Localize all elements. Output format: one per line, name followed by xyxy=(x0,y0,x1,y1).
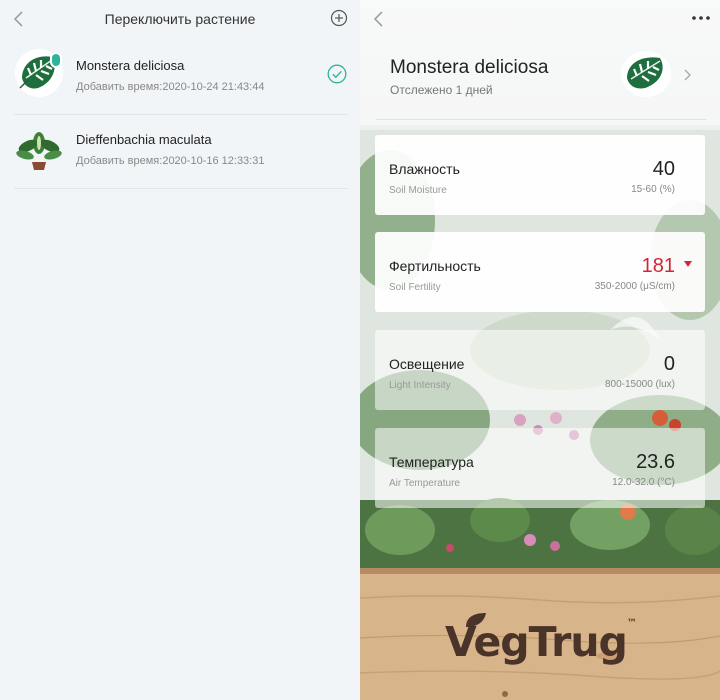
divider xyxy=(14,188,348,189)
metric-subtitle: Soil Moisture xyxy=(389,185,447,196)
plant-name: Monstera deliciosa xyxy=(76,58,185,73)
metric-range: 12.0-32.0 (°C) xyxy=(612,477,675,488)
selected-check-icon xyxy=(327,64,347,84)
metric-value: 40 xyxy=(652,158,675,180)
metric-subtitle: Soil Fertility xyxy=(389,282,441,293)
page-title: Переключить растение xyxy=(104,11,256,27)
dieffenbachia-thumbnail xyxy=(16,132,62,170)
metric-value: 181 xyxy=(641,255,675,277)
monstera-thumbnail[interactable] xyxy=(620,50,672,98)
metric-subtitle: Air Temperature xyxy=(389,478,460,489)
metric-value: 23.6 xyxy=(636,451,675,473)
metric-subtitle: Light Intensity xyxy=(389,380,451,391)
metric-title: Фертильность xyxy=(389,258,481,274)
metric-range: 15-60 (%) xyxy=(631,184,675,195)
plant-list-item-dieffenbachia[interactable]: Dieffenbachia maculata Добавить время:20… xyxy=(0,112,360,184)
chevron-right-icon[interactable] xyxy=(682,68,692,82)
plant-detail-screen: VegTrug™ Monstera deliciosa Отслежено 1 … xyxy=(360,0,720,700)
active-sensor-badge xyxy=(50,52,62,68)
left-header: Переключить растение xyxy=(0,0,360,38)
more-dots-icon[interactable] xyxy=(690,10,712,26)
plant-name: Dieffenbachia maculata xyxy=(76,132,212,147)
metric-card-moisture[interactable]: Влажность Soil Moisture 40 15-60 (%) xyxy=(375,135,705,215)
metric-title: Влажность xyxy=(389,161,460,177)
metric-range: 800-15000 (lux) xyxy=(604,379,675,390)
metric-title: Температура xyxy=(389,454,474,470)
plant-added-time: Добавить время:2020-10-16 12:33:31 xyxy=(76,155,265,167)
header-divider xyxy=(376,119,706,120)
metric-card-fertility[interactable]: Фертильность Soil Fertility 181 350-2000… xyxy=(375,232,705,312)
tracked-days: Отслежено 1 дней xyxy=(390,83,493,97)
metric-range: 350-2000 (μS/cm) xyxy=(594,281,675,292)
metric-card-light[interactable]: Освещение Light Intensity 0 800-15000 (l… xyxy=(375,330,705,410)
add-plant-icon[interactable] xyxy=(330,9,348,27)
plant-list-item-monstera[interactable]: Monstera deliciosa Добавить время:2020-1… xyxy=(0,38,360,110)
metric-card-temperature[interactable]: Температура Air Temperature 23.6 12.0-32… xyxy=(375,428,705,508)
low-alert-down-triangle-icon xyxy=(684,261,692,267)
plant-switch-screen: Переключить растение Monstera deliciosa … xyxy=(0,0,360,700)
plant-added-time: Добавить время:2020-10-24 21:43:44 xyxy=(76,81,265,93)
logo-leaf-icon xyxy=(466,613,486,627)
back-chevron-icon[interactable] xyxy=(370,8,390,30)
plant-title: Monstera deliciosa xyxy=(390,57,549,78)
metric-value: 0 xyxy=(663,353,675,375)
metric-title: Освещение xyxy=(389,356,465,372)
